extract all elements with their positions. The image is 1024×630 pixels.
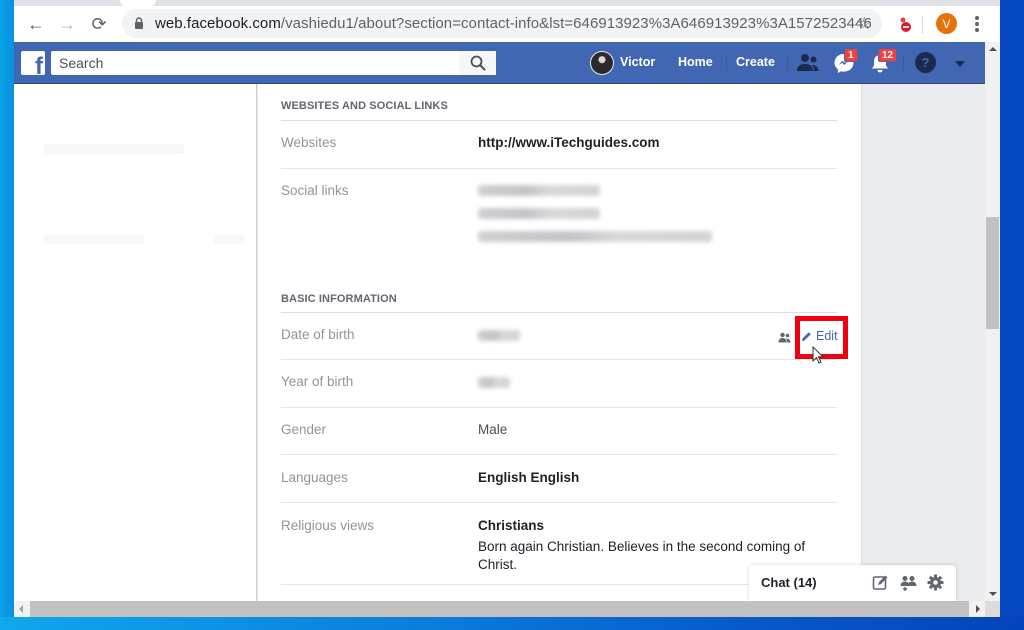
nav-divider: [787, 55, 788, 71]
search-icon: [470, 55, 485, 71]
new-message-icon[interactable]: [872, 574, 889, 591]
browser-menu-button[interactable]: [972, 14, 982, 34]
url-host: web.facebook.com: [155, 15, 281, 32]
divider: [281, 407, 837, 408]
sidebar-placeholder: [44, 234, 144, 244]
sidebar-placeholder: [44, 144, 184, 154]
vertical-scroll-thumb[interactable]: [986, 217, 999, 329]
friend-requests-icon[interactable]: [796, 52, 820, 74]
websites-value[interactable]: http://www.iTechguides.com: [478, 135, 660, 150]
websites-label: Websites: [281, 135, 337, 150]
divider: [281, 454, 837, 455]
edit-date-of-birth-button[interactable]: Edit: [801, 329, 838, 343]
section-title-basic-info: BASIC INFORMATION: [281, 293, 397, 305]
menu-dot-icon: [975, 16, 979, 20]
profile-avatar-button[interactable]: V: [936, 13, 957, 34]
scroll-left-arrow-icon: [19, 605, 23, 613]
gender-value: Male: [478, 422, 508, 437]
mouse-cursor-icon: [812, 346, 824, 364]
edit-label: Edit: [816, 329, 838, 343]
search-button[interactable]: [459, 51, 496, 75]
menu-dot-icon: [975, 28, 979, 32]
social-link-blurred[interactable]: [478, 185, 600, 196]
social-link-blurred[interactable]: [478, 208, 600, 219]
religious-views-value[interactable]: Christians: [478, 518, 544, 533]
pencil-icon: [802, 331, 811, 341]
divider: [281, 168, 837, 169]
messenger-button[interactable]: 1: [832, 48, 858, 74]
chat-label: Chat (14): [761, 575, 817, 590]
scroll-down-arrow-icon[interactable]: [989, 592, 997, 596]
search-input[interactable]: [51, 51, 441, 75]
scroll-left-button[interactable]: [14, 601, 30, 617]
help-button[interactable]: ?: [915, 52, 936, 73]
arrow-right-icon: →: [58, 13, 76, 34]
user-avatar[interactable]: [590, 51, 614, 75]
divider: [281, 120, 837, 121]
search-box: [51, 51, 496, 75]
scrollbar-corner: [985, 601, 1000, 617]
url-path: /vashiedu1/about?section=contact-info&ls…: [280, 15, 872, 32]
nav-divider: [903, 55, 904, 71]
social-link-blurred[interactable]: [478, 231, 712, 242]
reload-button[interactable]: ⟳: [87, 12, 111, 36]
section-title-websites: WEBSITES AND SOCIAL LINKS: [281, 100, 448, 112]
nav-divider: [726, 55, 727, 71]
scroll-right-arrow-icon: [976, 605, 980, 613]
facebook-logo-glyph: f: [35, 53, 43, 76]
desktop-background: [1000, 0, 1024, 630]
url-text[interactable]: web.facebook.com/vashiedu1/about?section…: [155, 15, 872, 32]
about-panel: WEBSITES AND SOCIAL LINKS Websites http:…: [258, 84, 862, 601]
new-group-icon[interactable]: [900, 574, 917, 591]
date-of-birth-value-blurred: [478, 330, 520, 341]
extension-icon[interactable]: [897, 16, 913, 32]
menu-dot-icon: [975, 22, 979, 26]
scroll-right-button[interactable]: [969, 601, 985, 617]
chat-settings-gear-icon[interactable]: [927, 574, 944, 591]
horizontal-scrollbar[interactable]: [14, 601, 985, 617]
bookmark-star-icon[interactable]: ☆: [857, 14, 872, 34]
create-link[interactable]: Create: [736, 55, 775, 69]
divider: [281, 502, 837, 503]
divider: [281, 359, 837, 360]
sidebar-placeholder: [214, 234, 244, 244]
back-button[interactable]: ←: [24, 12, 48, 36]
facebook-logo[interactable]: f: [21, 51, 45, 75]
year-of-birth-value-blurred: [478, 377, 510, 388]
date-of-birth-label: Date of birth: [281, 327, 355, 342]
social-links-label: Social links: [281, 183, 349, 198]
account-menu-caret-icon[interactable]: [955, 61, 965, 67]
audience-friends-icon[interactable]: [778, 332, 791, 343]
scroll-up-arrow-icon[interactable]: [989, 47, 997, 51]
vertical-scrollbar[interactable]: [985, 42, 1000, 601]
languages-label: Languages: [281, 470, 348, 485]
messages-badge: 1: [844, 48, 858, 62]
page-content: WEBSITES AND SOCIAL LINKS Websites http:…: [14, 84, 985, 601]
notifications-button[interactable]: 12: [868, 48, 898, 74]
arrow-left-icon: ←: [27, 13, 45, 34]
year-of-birth-label: Year of birth: [281, 374, 354, 389]
taskbar-edge: [0, 617, 1024, 630]
notifications-badge: 12: [878, 48, 898, 62]
forward-button[interactable]: →: [55, 12, 79, 36]
home-link[interactable]: Home: [678, 55, 713, 69]
profile-link[interactable]: Victor: [620, 55, 655, 69]
toolbar-separator: [922, 16, 923, 34]
about-sidebar: [14, 84, 257, 601]
lock-icon: [135, 17, 143, 29]
browser-window: ← → ⟳ web.facebook.com/vashiedu1/about?s…: [14, 0, 1000, 617]
gender-label: Gender: [281, 422, 327, 437]
divider: [281, 312, 837, 313]
chat-bar[interactable]: Chat (14): [749, 565, 956, 601]
question-icon: ?: [921, 55, 930, 70]
languages-value[interactable]: English English: [478, 470, 579, 485]
religious-views-label: Religious views: [281, 518, 375, 533]
reload-icon: ⟳: [91, 13, 107, 34]
browser-toolbar: ← → ⟳ web.facebook.com/vashiedu1/about?s…: [14, 6, 1000, 42]
address-bar[interactable]: web.facebook.com/vashiedu1/about?section…: [122, 9, 882, 38]
facebook-navbar: f Victor Home Create 1: [14, 42, 985, 84]
